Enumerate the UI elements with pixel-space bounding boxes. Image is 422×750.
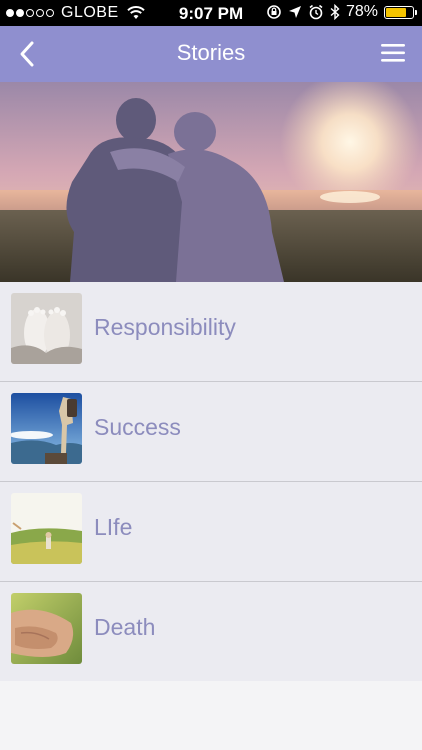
hamburger-menu-icon[interactable] bbox=[380, 42, 406, 64]
alarm-icon bbox=[309, 4, 323, 20]
hero-image bbox=[0, 82, 422, 282]
list-item-life[interactable]: LIfe bbox=[0, 482, 422, 582]
elderly-couple-sunset-photo bbox=[0, 82, 422, 282]
bluetooth-icon bbox=[330, 4, 340, 20]
list-item-death[interactable]: Death bbox=[0, 582, 422, 681]
status-right: 78% bbox=[266, 3, 417, 21]
page-title: Stories bbox=[176, 40, 246, 65]
list-item-label: Responsibility bbox=[94, 314, 236, 340]
status-bar: GLOBE 9:07 PM 78% bbox=[0, 0, 422, 26]
battery-percent: 78% bbox=[345, 3, 378, 20]
list-item-label: Death bbox=[94, 614, 156, 640]
holding-hands-photo bbox=[11, 593, 82, 664]
list-item-responsibility[interactable]: Responsibility bbox=[0, 282, 422, 382]
list-item-label: Success bbox=[94, 414, 181, 440]
rotation-lock-icon bbox=[267, 5, 281, 19]
battery-icon bbox=[384, 5, 417, 19]
hiker-mountain-photo bbox=[11, 393, 82, 464]
list-item-label: LIfe bbox=[94, 514, 133, 540]
list-item-success[interactable]: Success bbox=[0, 382, 422, 482]
battery-level-fill bbox=[386, 7, 406, 17]
stories-list: Responsibility Success LIfe Death bbox=[0, 282, 422, 681]
location-icon bbox=[288, 6, 301, 18]
navigation-bar: Stories bbox=[0, 26, 422, 82]
baby-feet-photo bbox=[11, 293, 82, 364]
child-meadow-photo bbox=[11, 493, 82, 564]
